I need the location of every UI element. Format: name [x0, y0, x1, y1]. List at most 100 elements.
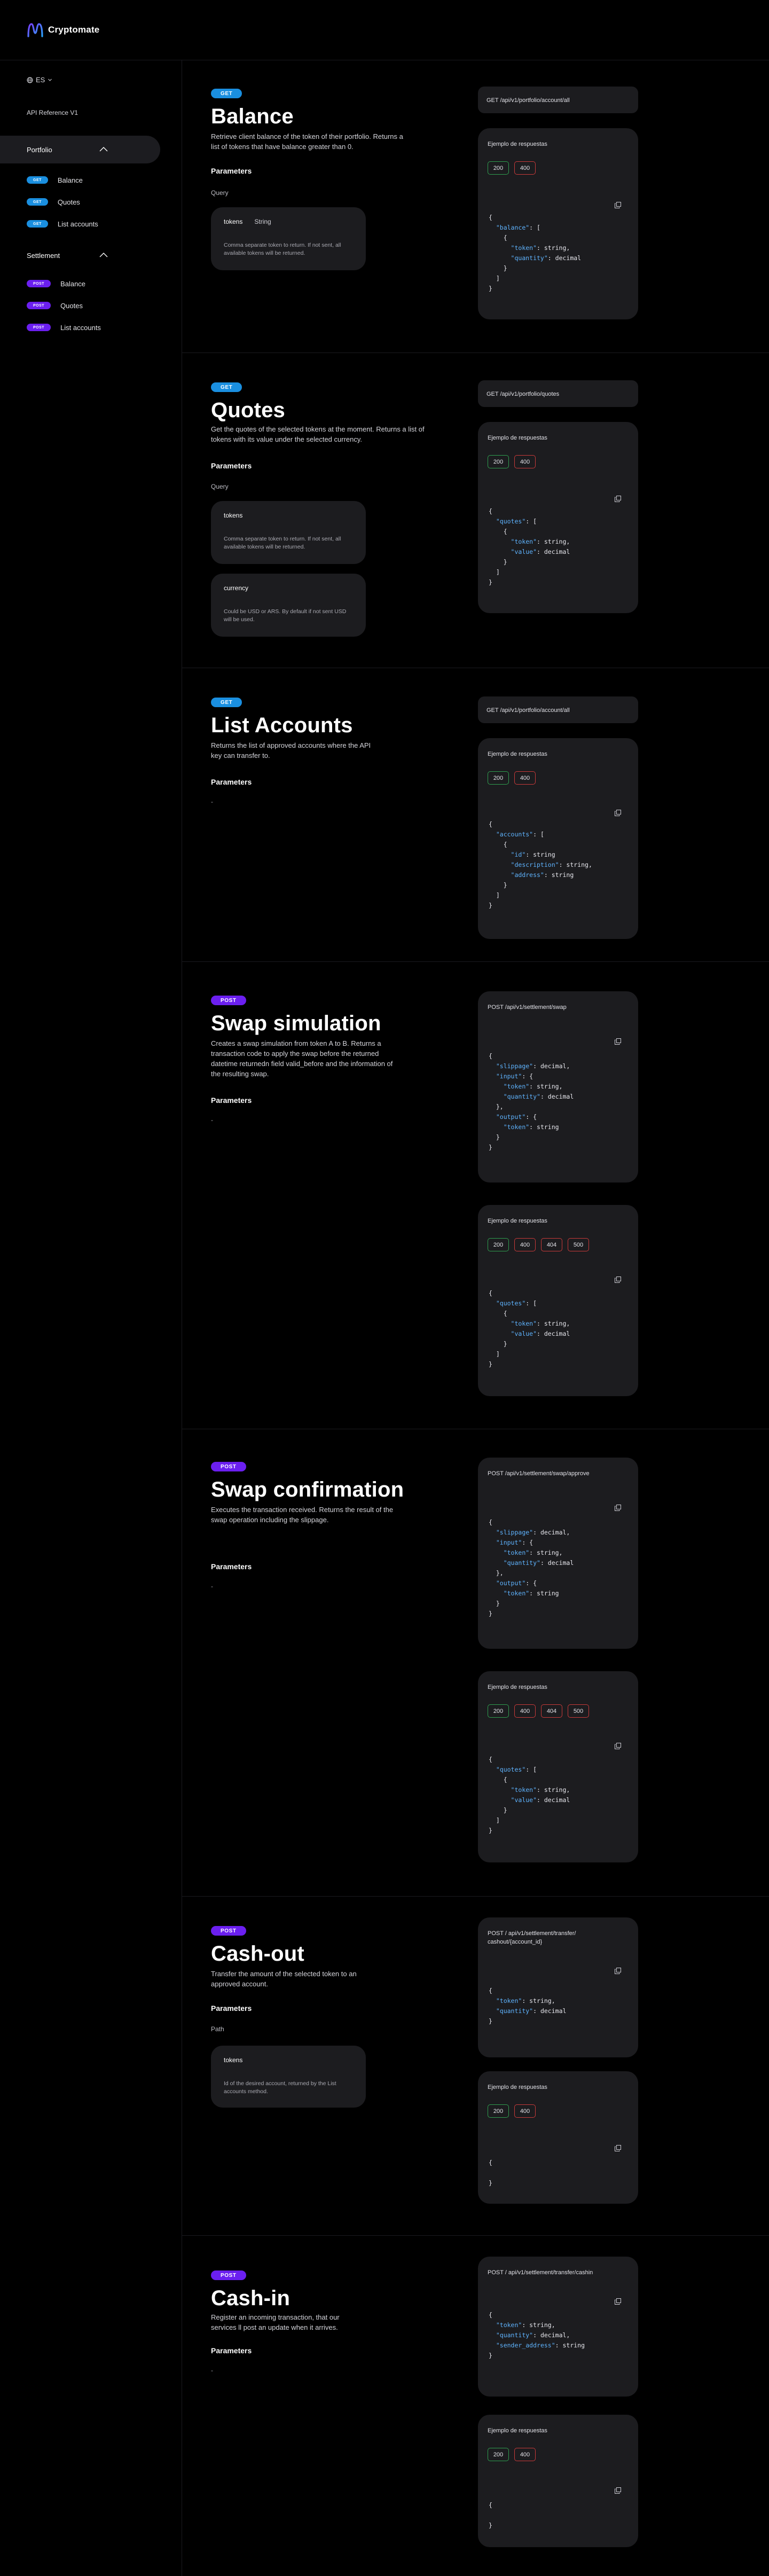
response-code-tab-200[interactable]: 200: [488, 2104, 509, 2118]
parameters-empty: -: [211, 1583, 213, 1590]
response-example-panel: Ejemplo de respuestas 200 400 404 500 { …: [478, 1671, 638, 1862]
response-code-tab-400[interactable]: 400: [514, 161, 536, 175]
parameters-empty: -: [211, 2367, 213, 2374]
parameters-location: Query: [211, 483, 229, 490]
method-badge: GET: [27, 220, 48, 228]
method-badge: POST: [211, 996, 246, 1005]
copy-icon[interactable]: [615, 2298, 621, 2305]
sidebar-item-settlement-quotes[interactable]: POST Quotes: [27, 300, 83, 311]
response-code-tab-500[interactable]: 500: [568, 1704, 589, 1718]
sidebar: ES API Reference V1 Portfolio GET Balanc…: [0, 60, 182, 2576]
endpoint-description: Returns the list of approved accounts wh…: [211, 741, 371, 760]
copy-icon[interactable]: [615, 1743, 621, 1749]
endpoint-title: Quotes: [211, 398, 285, 422]
request-body-panel: POST /api/v1/settlement/swap/approve { "…: [478, 1458, 638, 1649]
response-code-tab-200[interactable]: 200: [488, 161, 509, 175]
chevron-up-icon: [99, 253, 108, 257]
endpoint-url[interactable]: GET /api/v1/portfolio/account/all: [478, 696, 638, 723]
endpoint-title: Swap confirmation: [211, 1478, 404, 1501]
endpoint-title: Cash-out: [211, 1942, 304, 1966]
parameters-heading: Parameters: [211, 1562, 252, 1571]
parameters-heading: Parameters: [211, 1096, 252, 1105]
request-json: { "token": string, "quantity": decimal }: [489, 1987, 567, 2025]
response-code-tab-200[interactable]: 200: [488, 455, 509, 468]
endpoint-url[interactable]: GET /api/v1/portfolio/account/all: [478, 87, 638, 113]
top-bar: Cryptomate: [0, 0, 769, 60]
parameter-name: currency: [224, 584, 249, 592]
response-code-tab-200[interactable]: 200: [488, 771, 509, 785]
parameter-card: tokens Id of the desired account, return…: [211, 2046, 366, 2108]
sidebar-item-label: List accounts: [60, 323, 101, 332]
response-example-panel: Ejemplo de respuestas 200 400 { "balance…: [478, 128, 638, 319]
endpoint-title: List Accounts: [211, 714, 353, 737]
endpoint-url[interactable]: POST /api/v1/settlement/swap/approve: [488, 1469, 590, 1478]
parameter-card: tokens Comma separate token to return. I…: [211, 501, 366, 564]
sidebar-item-portfolio-quotes[interactable]: GET Quotes: [27, 196, 80, 208]
response-code-tab-500[interactable]: 500: [568, 1238, 589, 1251]
method-badge: GET: [27, 176, 48, 184]
copy-icon[interactable]: [615, 810, 621, 816]
method-badge: GET: [27, 198, 48, 206]
parameters-location: Path: [211, 2025, 224, 2033]
language-selector[interactable]: ES: [27, 76, 52, 84]
copy-icon[interactable]: [615, 1038, 621, 1045]
response-example-title: Ejemplo de respuestas: [488, 1684, 547, 1690]
copy-icon[interactable]: [615, 202, 621, 208]
method-badge: POST: [211, 1926, 246, 1936]
response-json: { "quotes": [ { "token": string, "value"…: [489, 1756, 570, 1834]
endpoint-url[interactable]: POST /api/v1/settlement/swap: [488, 1003, 567, 1012]
sidebar-item-settlement-balance[interactable]: POST Balance: [27, 278, 85, 289]
brand-name: Cryptomate: [48, 25, 100, 35]
sidebar-group-portfolio[interactable]: Portfolio: [0, 136, 160, 163]
response-code-tab-400[interactable]: 400: [514, 2448, 536, 2461]
response-code-tab-200[interactable]: 200: [488, 1704, 509, 1718]
method-badge: POST: [27, 324, 51, 331]
copy-icon[interactable]: [615, 2487, 621, 2494]
response-code-tab-400[interactable]: 400: [514, 1704, 536, 1718]
response-example-panel: Ejemplo de respuestas 200 400 { }: [478, 2415, 638, 2547]
endpoint-description: Transfer the amount of the selected toke…: [211, 1970, 357, 1988]
parameters-heading: Parameters: [211, 461, 252, 470]
response-code-tab-404[interactable]: 404: [541, 1238, 562, 1251]
copy-icon[interactable]: [615, 2145, 621, 2151]
response-code-tab-200[interactable]: 200: [488, 1238, 509, 1251]
parameters-empty: -: [211, 1116, 213, 1124]
sidebar-group-label: Settlement: [27, 251, 60, 260]
endpoint-section-balance: GET Balance Retrieve client balance of t…: [182, 60, 769, 353]
response-example-title: Ejemplo de respuestas: [488, 2084, 547, 2090]
response-code-tab-400[interactable]: 400: [514, 1238, 536, 1251]
response-code-tab-400[interactable]: 400: [514, 455, 536, 468]
sidebar-group-label: Portfolio: [27, 145, 52, 154]
endpoint-url[interactable]: POST / api/v1/settlement/transfer/ casho…: [488, 1929, 626, 1946]
response-json: { "quotes": [ { "token": string, "value"…: [489, 1289, 570, 1368]
endpoint-section-swap-simulation: POST Swap simulation Creates a swap simu…: [182, 961, 769, 1429]
sidebar-item-portfolio-balance[interactable]: GET Balance: [27, 174, 83, 186]
response-code-tab-404[interactable]: 404: [541, 1704, 562, 1718]
chevron-down-icon: [48, 79, 52, 81]
copy-icon[interactable]: [615, 1968, 621, 1974]
request-body-panel: POST / api/v1/settlement/transfer/cashin…: [478, 2257, 638, 2397]
copy-icon[interactable]: [615, 496, 621, 502]
endpoint-title: Cash-in: [211, 2287, 291, 2310]
parameters-heading: Parameters: [211, 167, 252, 175]
endpoint-url[interactable]: POST / api/v1/settlement/transfer/cashin: [488, 2268, 626, 2277]
copy-icon[interactable]: [615, 1505, 621, 1511]
endpoint-url[interactable]: GET /api/v1/portfolio/quotes: [478, 380, 638, 407]
api-reference-label: API Reference V1: [27, 109, 79, 116]
copy-icon[interactable]: [615, 1277, 621, 1283]
sidebar-item-settlement-list-accounts[interactable]: POST List accounts: [27, 322, 101, 333]
cryptomate-logo-icon: [27, 23, 43, 37]
sidebar-item-label: Quotes: [60, 301, 83, 310]
response-code-tab-400[interactable]: 400: [514, 2104, 536, 2118]
endpoint-section-quotes: GET Quotes Get the quotes of the selecte…: [182, 353, 769, 668]
sidebar-item-portfolio-list-accounts[interactable]: GET List accounts: [27, 218, 98, 230]
response-example-title: Ejemplo de respuestas: [488, 435, 547, 441]
endpoint-description: Get the quotes of the selected tokens at…: [211, 425, 425, 443]
response-code-tab-400[interactable]: 400: [514, 771, 536, 785]
parameters-empty: -: [211, 798, 213, 805]
brand-logo[interactable]: Cryptomate: [27, 22, 99, 37]
response-code-tab-200[interactable]: 200: [488, 2448, 509, 2461]
sidebar-group-settlement[interactable]: Settlement: [0, 241, 160, 269]
chevron-up-icon: [99, 147, 108, 152]
method-badge: POST: [211, 2270, 246, 2280]
